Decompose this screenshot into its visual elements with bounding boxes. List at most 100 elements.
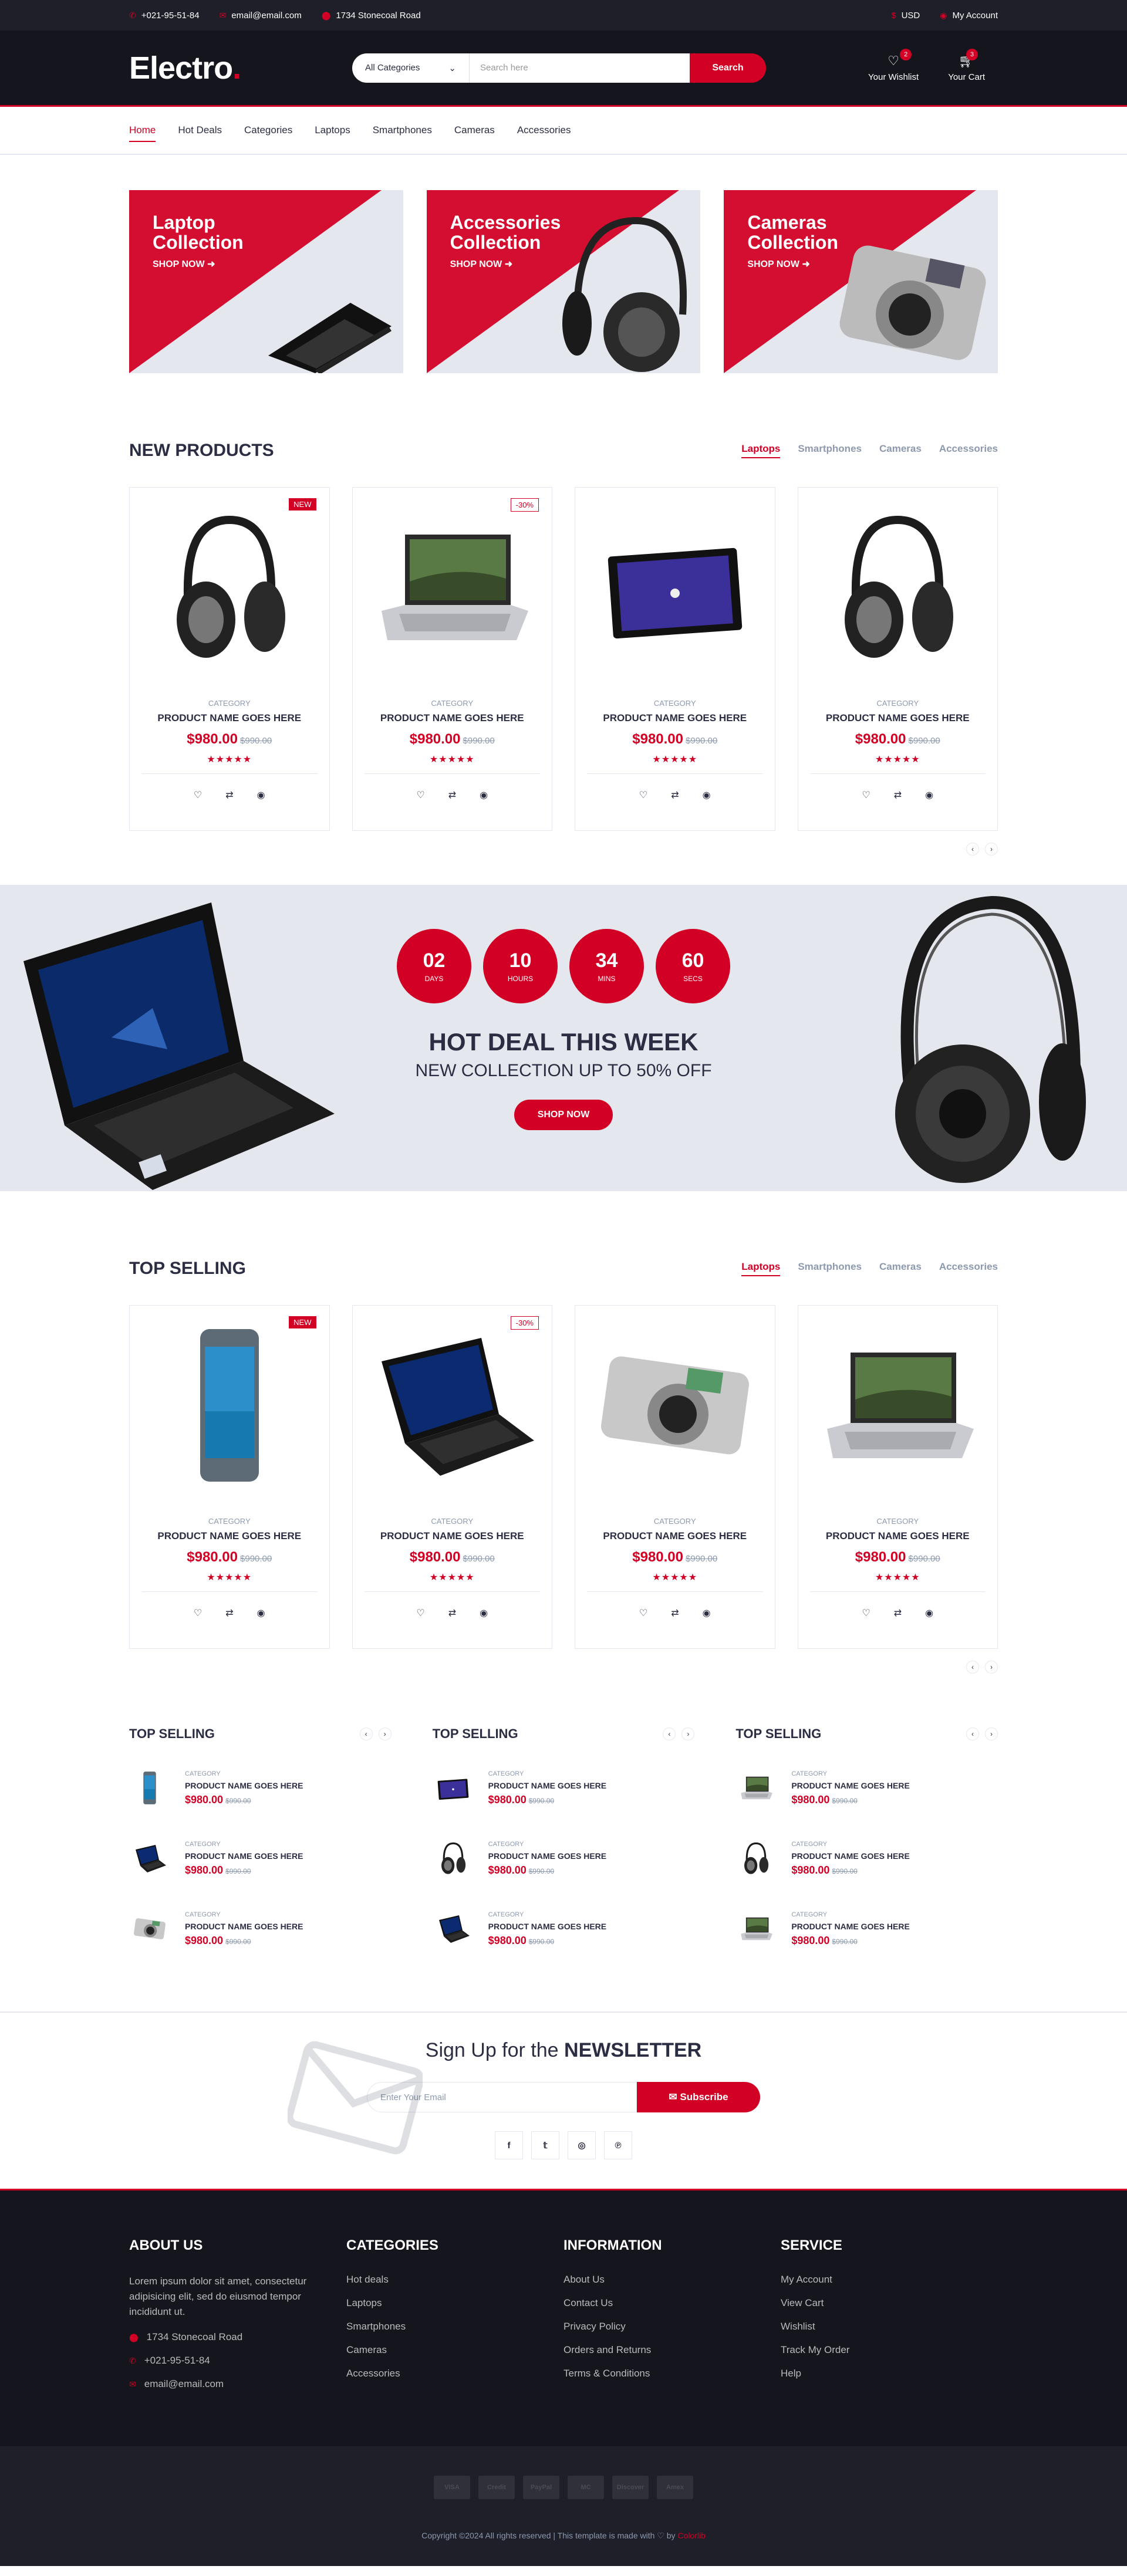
product-name[interactable]: PRODUCT NAME GOES HERE [185, 1851, 303, 1861]
currency-link[interactable]: $ USD [892, 11, 920, 21]
product-image[interactable] [433, 1838, 474, 1879]
subscribe-button[interactable]: ✉ Subscribe [637, 2082, 760, 2112]
header-email-link[interactable]: ✉ email@email.com [220, 11, 302, 21]
footer-link[interactable]: My Account [781, 2274, 998, 2286]
pinterest-icon[interactable]: ℗ [604, 2131, 632, 2159]
deal-shop-now-button[interactable]: SHOP NOW [514, 1100, 613, 1130]
product-name[interactable]: PRODUCT NAME GOES HERE [791, 1851, 909, 1861]
product-card[interactable]: CATEGORY PRODUCT NAME GOES HERE $980.00 $… [797, 1305, 998, 1649]
product-card[interactable]: CATEGORY PRODUCT NAME GOES HERE $980.00 $… [575, 1305, 775, 1649]
footer-link[interactable]: About Us [564, 2274, 781, 2286]
footer-link[interactable]: Cameras [346, 2344, 564, 2356]
nav-categories[interactable]: Categories [244, 119, 292, 142]
product-image[interactable] [735, 1908, 777, 1949]
compare-icon[interactable]: ⇄ [448, 789, 456, 801]
search-button[interactable]: Search [690, 53, 766, 83]
footer-link[interactable]: Wishlist [781, 2321, 998, 2332]
widget-product[interactable]: CATEGORY PRODUCT NAME GOES HERE $980.00 $… [433, 1764, 695, 1812]
header-phone-link[interactable]: ✆ +021-95-51-84 [129, 11, 200, 21]
product-name[interactable]: PRODUCT NAME GOES HERE [791, 1781, 909, 1790]
footer-link[interactable]: Terms & Conditions [564, 2368, 781, 2379]
slider-next-button[interactable]: › [985, 843, 998, 856]
product-name[interactable]: PRODUCT NAME GOES HERE [488, 1781, 606, 1790]
slider-next-button[interactable]: › [985, 1661, 998, 1674]
footer-link[interactable]: Orders and Returns [564, 2344, 781, 2356]
product-name[interactable]: PRODUCT NAME GOES HERE [587, 1530, 763, 1542]
product-name[interactable]: PRODUCT NAME GOES HERE [791, 1922, 909, 1931]
slider-prev-button[interactable]: ‹ [359, 1728, 373, 1740]
product-card[interactable]: CATEGORY PRODUCT NAME GOES HERE $980.00 $… [797, 487, 998, 831]
footer-link[interactable]: Track My Order [781, 2344, 998, 2356]
nav-home[interactable]: Home [129, 119, 156, 142]
compare-icon[interactable]: ⇄ [671, 1607, 679, 1619]
product-image[interactable]: NEW [130, 1306, 329, 1505]
product-image[interactable] [129, 1767, 170, 1808]
add-to-wishlist-icon[interactable]: ♡ [194, 789, 202, 801]
add-to-wishlist-icon[interactable]: ♡ [862, 789, 870, 801]
product-name[interactable]: PRODUCT NAME GOES HERE [185, 1781, 303, 1790]
product-image[interactable]: -30% [353, 488, 552, 687]
header-address-link[interactable]: ⬤ 1734 Stonecoal Road [322, 11, 421, 21]
product-card[interactable]: -30% CATEGORY PRODUCT NAME GOES HERE $98… [352, 487, 552, 831]
footer-link[interactable]: Hot deals [346, 2274, 564, 2286]
quick-view-icon[interactable]: ◉ [925, 1607, 933, 1619]
footer-phone-link[interactable]: ✆ +021-95-51-84 [129, 2355, 346, 2367]
compare-icon[interactable]: ⇄ [894, 789, 902, 801]
product-name[interactable]: PRODUCT NAME GOES HERE [587, 712, 763, 724]
product-image[interactable] [798, 1306, 998, 1505]
footer-link[interactable]: Accessories [346, 2368, 564, 2379]
product-name[interactable]: PRODUCT NAME GOES HERE [810, 1530, 986, 1542]
add-to-wishlist-icon[interactable]: ♡ [416, 789, 424, 801]
add-to-wishlist-icon[interactable]: ♡ [862, 1607, 870, 1619]
product-name[interactable]: PRODUCT NAME GOES HERE [185, 1922, 303, 1931]
compare-icon[interactable]: ⇄ [894, 1607, 902, 1619]
product-name[interactable]: PRODUCT NAME GOES HERE [488, 1922, 606, 1931]
footer-link[interactable]: Help [781, 2368, 998, 2379]
logo[interactable]: Electro. [129, 50, 352, 86]
facebook-icon[interactable]: f [495, 2131, 523, 2159]
instagram-icon[interactable]: ◎ [568, 2131, 596, 2159]
product-image[interactable] [798, 488, 998, 687]
cart-button[interactable]: 🛒︎ 3 Your Cart [948, 49, 985, 82]
nav-hot-deals[interactable]: Hot Deals [178, 119, 222, 142]
product-image[interactable] [433, 1908, 474, 1949]
footer-link[interactable]: View Cart [781, 2297, 998, 2309]
slider-prev-button[interactable]: ‹ [966, 843, 979, 856]
tab-laptops[interactable]: Laptops [741, 443, 781, 458]
product-card[interactable]: -30% CATEGORY PRODUCT NAME GOES HERE $98… [352, 1305, 552, 1649]
product-card[interactable]: NEW CATEGORY PRODUCT NAME GOES HERE $980… [129, 487, 330, 831]
slider-next-button[interactable]: › [378, 1728, 392, 1740]
product-name[interactable]: PRODUCT NAME GOES HERE [141, 1530, 318, 1542]
compare-icon[interactable]: ⇄ [225, 1607, 233, 1619]
product-image[interactable]: NEW [130, 488, 329, 687]
nav-cameras[interactable]: Cameras [454, 119, 495, 142]
footer-email-link[interactable]: ✉ email@email.com [129, 2378, 346, 2390]
tab-laptops[interactable]: Laptops [741, 1261, 781, 1276]
widget-product[interactable]: CATEGORY PRODUCT NAME GOES HERE $980.00 $… [735, 1905, 998, 1953]
category-select[interactable]: All Categories ⌄ [352, 53, 470, 83]
compare-icon[interactable]: ⇄ [225, 789, 233, 801]
tab-cameras[interactable]: Cameras [879, 1261, 922, 1276]
slider-next-button[interactable]: › [985, 1728, 998, 1740]
quick-view-icon[interactable]: ◉ [925, 789, 933, 801]
nav-smartphones[interactable]: Smartphones [373, 119, 432, 142]
quick-view-icon[interactable]: ◉ [480, 1607, 488, 1619]
product-card[interactable]: CATEGORY PRODUCT NAME GOES HERE $980.00 $… [575, 487, 775, 831]
product-name[interactable]: PRODUCT NAME GOES HERE [365, 712, 541, 724]
my-account-link[interactable]: ◉ My Account [940, 11, 998, 21]
add-to-wishlist-icon[interactable]: ♡ [639, 789, 647, 801]
slider-prev-button[interactable]: ‹ [966, 1661, 979, 1674]
footer-link[interactable]: Smartphones [346, 2321, 564, 2332]
nav-laptops[interactable]: Laptops [315, 119, 350, 142]
product-name[interactable]: PRODUCT NAME GOES HERE [365, 1530, 541, 1542]
product-image[interactable] [433, 1767, 474, 1808]
footer-link[interactable]: Privacy Policy [564, 2321, 781, 2332]
tab-smartphones[interactable]: Smartphones [798, 1261, 862, 1276]
product-name[interactable]: PRODUCT NAME GOES HERE [488, 1851, 606, 1861]
tab-cameras[interactable]: Cameras [879, 443, 922, 458]
product-image[interactable] [575, 488, 775, 687]
product-card[interactable]: NEW CATEGORY PRODUCT NAME GOES HERE $980… [129, 1305, 330, 1649]
quick-view-icon[interactable]: ◉ [257, 789, 265, 801]
footer-address-link[interactable]: ⬤ 1734 Stonecoal Road [129, 2331, 346, 2343]
compare-icon[interactable]: ⇄ [448, 1607, 456, 1619]
